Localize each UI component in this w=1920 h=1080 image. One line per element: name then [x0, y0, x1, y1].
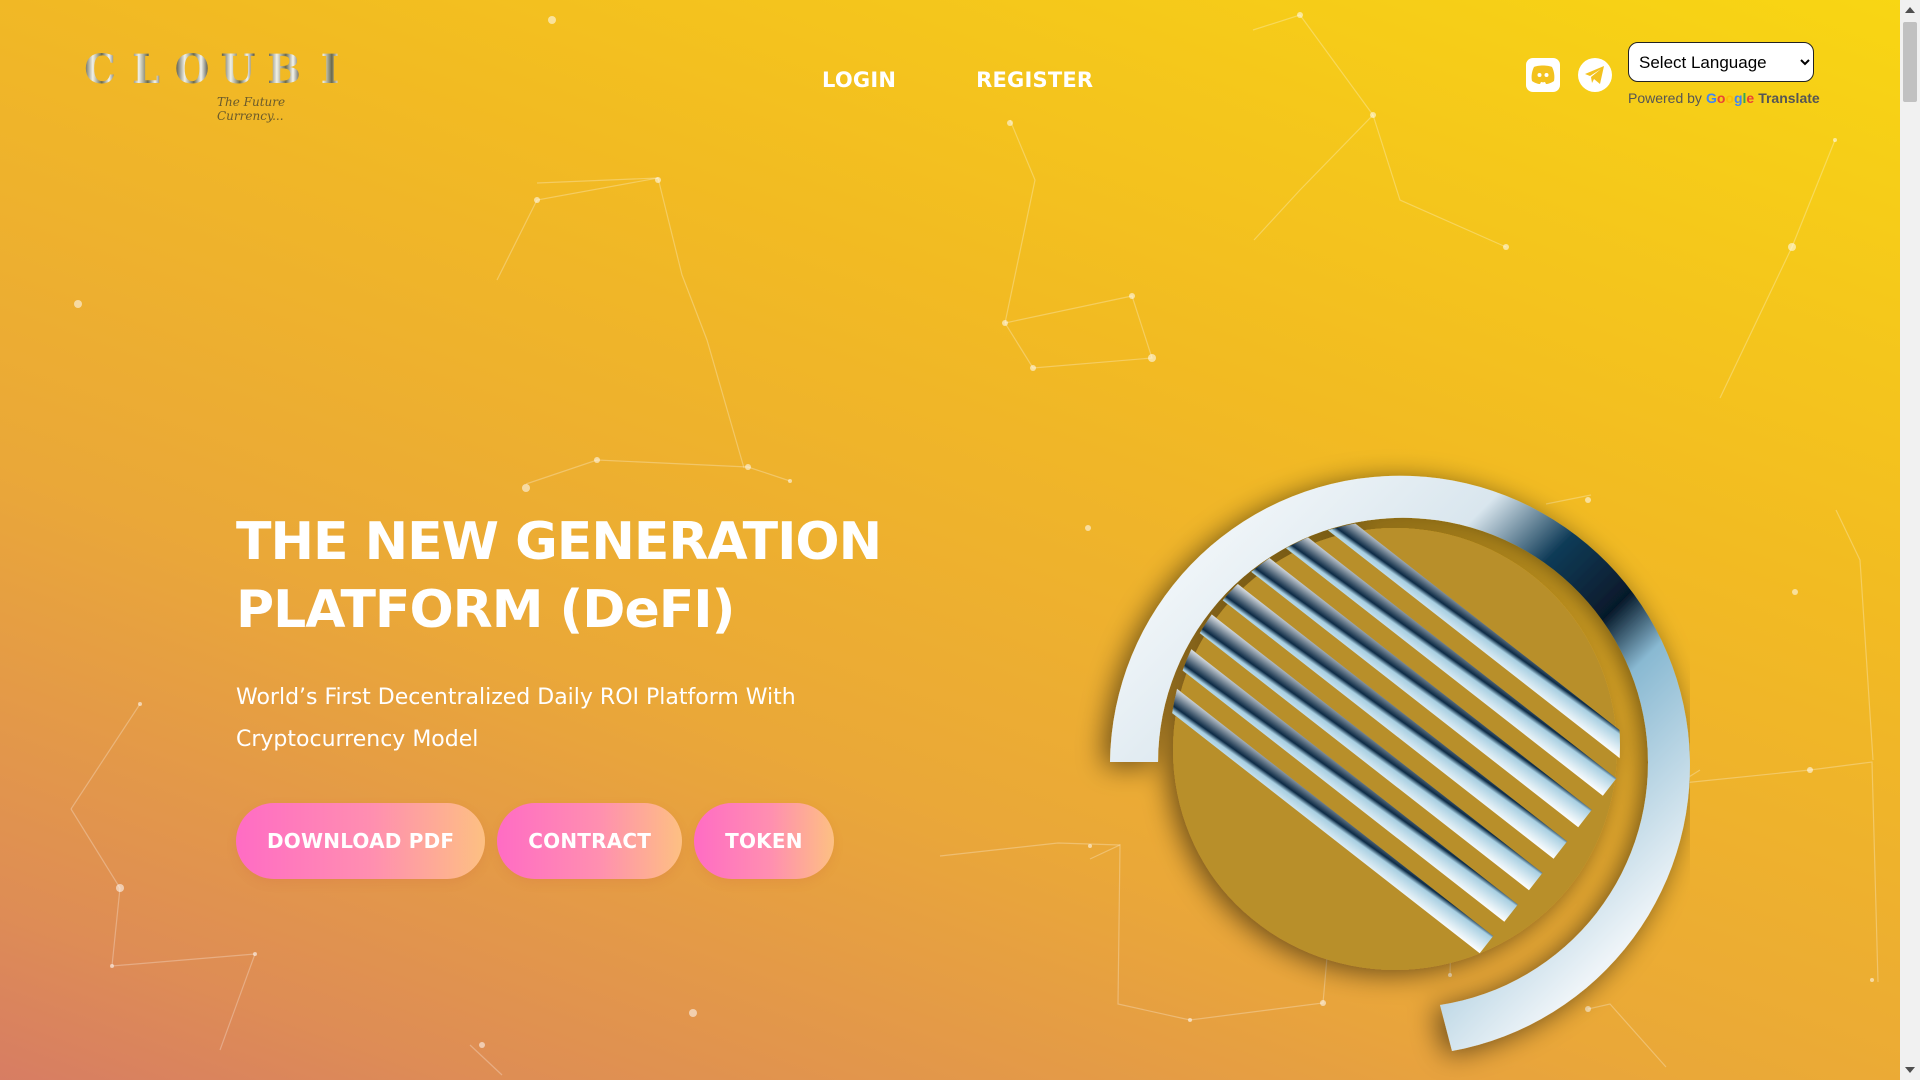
- vertical-scrollbar[interactable]: [1900, 0, 1920, 1080]
- logo-letter: U: [220, 46, 256, 93]
- powered-by: Powered by Google Translate: [1628, 90, 1820, 106]
- register-link[interactable]: REGISTER: [976, 68, 1093, 92]
- cloubi-emblem-illustration: [1110, 475, 1690, 1051]
- download-pdf-button[interactable]: DOWNLOAD PDF: [236, 803, 486, 879]
- main-nav: LOGIN REGISTER: [822, 68, 1093, 92]
- logo-tagline: The Future Currency...: [217, 95, 286, 123]
- google-translate-widget: Select Language Powered by Google Transl…: [1628, 42, 1820, 106]
- scroll-up-arrow-icon[interactable]: [1900, 0, 1920, 20]
- token-button[interactable]: TOKEN: [694, 803, 834, 879]
- hero-title-line1: THE NEW GENERATION: [236, 512, 882, 572]
- discord-icon: [1531, 65, 1555, 84]
- logo-letter: B: [267, 46, 301, 93]
- discord-button[interactable]: [1526, 58, 1560, 92]
- translate-link[interactable]: Translate: [1758, 90, 1819, 106]
- language-select[interactable]: Select Language: [1628, 42, 1814, 82]
- logo-letter: I: [312, 50, 348, 90]
- scroll-down-arrow-icon[interactable]: [1900, 1060, 1920, 1080]
- telegram-icon: [1585, 66, 1604, 84]
- contract-button[interactable]: CONTRACT: [497, 803, 683, 879]
- telegram-button[interactable]: [1578, 58, 1612, 92]
- hero-title-line2: PLATFORM (DeFI): [236, 580, 735, 640]
- logo[interactable]: C L O U B I The Future Currency...: [82, 50, 339, 124]
- hero-title: THE NEW GENERATION PLATFORM (DeFI): [236, 508, 936, 644]
- page: C L O U B I The Future Currency... LOGIN…: [0, 0, 1900, 1080]
- scrollbar-thumb[interactable]: [1903, 22, 1917, 102]
- social-links: [1526, 58, 1612, 92]
- logo-letter: C: [82, 50, 118, 90]
- powered-by-label: Powered by: [1628, 90, 1702, 106]
- logo-wordmark: C L O U B I: [82, 50, 348, 90]
- logo-letter: O: [174, 46, 210, 93]
- hero-buttons: DOWNLOAD PDF CONTRACT TOKEN: [236, 803, 834, 879]
- logo-letter: L: [128, 50, 164, 90]
- google-logo: Google: [1705, 90, 1755, 106]
- login-link[interactable]: LOGIN: [822, 68, 896, 92]
- hero-subtitle: World’s First Decentralized Daily ROI Pl…: [236, 685, 796, 752]
